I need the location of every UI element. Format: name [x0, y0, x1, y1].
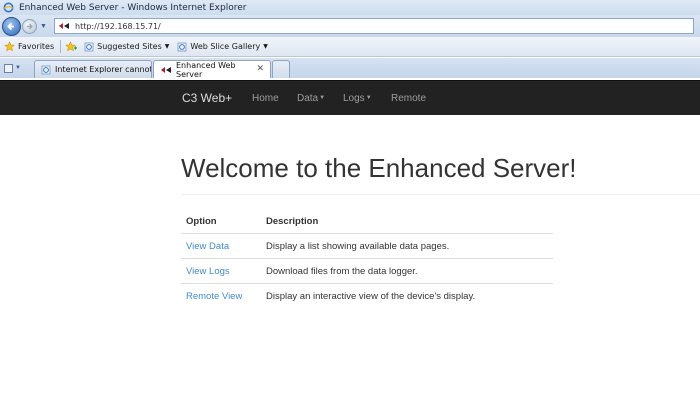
nav-item-data[interactable]: Data▼	[297, 93, 325, 104]
tab-ie-cannot-display[interactable]: Internet Explorer cannot di...	[34, 60, 152, 78]
view-data-link[interactable]: View Data	[186, 241, 229, 252]
chevron-down-icon: ▼	[164, 43, 170, 50]
navbar-brand[interactable]: C3 Web+	[182, 91, 232, 105]
navigation-toolbar: ▼ http://192.168.15.71/	[0, 15, 700, 37]
tab-label: Enhanced Web Server	[176, 60, 236, 79]
add-favorite-icon	[65, 41, 78, 52]
table-row: View Data Display a list showing availab…	[181, 234, 553, 259]
back-button[interactable]	[2, 16, 21, 36]
favorites-label: Favorites	[18, 42, 55, 51]
nav-item-label: Logs	[343, 93, 365, 104]
ie-page-icon	[84, 42, 94, 52]
url-text[interactable]: http://192.168.15.71/	[75, 22, 161, 31]
options-table: Option Description View Data Display a l…	[181, 210, 553, 309]
remote-view-link[interactable]: Remote View	[186, 291, 242, 302]
nav-item-remote[interactable]: Remote	[391, 93, 426, 104]
close-tab-icon[interactable]: ✕	[256, 64, 264, 74]
page-title: Welcome to the Enhanced Server!	[181, 153, 577, 183]
nav-item-label: Remote	[391, 93, 427, 104]
internet-explorer-icon	[3, 2, 14, 13]
ie-page-icon	[41, 65, 51, 75]
recent-pages-dropdown-icon[interactable]: ▼	[40, 23, 47, 30]
row-description: Display a list showing available data pa…	[266, 240, 450, 252]
nav-item-label: Home	[252, 93, 279, 104]
row-description: Display an interactive view of the devic…	[266, 291, 476, 302]
add-to-favorites-bar-button[interactable]	[65, 41, 80, 52]
arrow-left-icon	[7, 22, 14, 30]
address-bar[interactable]: http://192.168.15.71/	[54, 18, 694, 34]
view-logs-link[interactable]: View Logs	[186, 266, 230, 277]
table-row: View Logs Download files from the data l…	[181, 259, 553, 284]
nav-item-logs[interactable]: Logs▼	[343, 93, 372, 104]
suggested-sites-label: Suggested Sites	[97, 42, 162, 51]
new-tab-button[interactable]	[272, 60, 290, 78]
star-icon	[4, 41, 15, 52]
caret-down-icon: ▼	[365, 95, 372, 102]
quick-tabs-icon	[4, 63, 13, 73]
chevron-down-icon: ▼	[263, 43, 268, 50]
chevron-down-icon: ▼	[15, 65, 21, 71]
column-header-description: Description	[266, 216, 319, 227]
heading-divider	[181, 194, 700, 195]
arrow-right-icon	[27, 23, 33, 29]
window-title: Enhanced Web Server - Windows Internet E…	[19, 2, 247, 13]
ie-page-icon	[177, 42, 187, 52]
window-title-bar: Enhanced Web Server - Windows Internet E…	[0, 0, 700, 15]
column-header-option: Option	[186, 216, 217, 227]
tab-strip: ▼ Internet Explorer cannot di... Enhance…	[0, 58, 700, 79]
site-navbar: C3 Web+ Home Data▼ Logs▼ Remote	[0, 80, 700, 115]
nav-item-home[interactable]: Home	[252, 93, 279, 104]
suggested-sites-button[interactable]: Suggested Sites ▼	[84, 42, 169, 52]
site-favicon-icon	[160, 66, 172, 74]
table-header-row: Option Description	[181, 210, 553, 234]
favorites-button[interactable]: Favorites	[4, 41, 54, 52]
table-row: Remote View Display an interactive view …	[181, 284, 553, 309]
caret-down-icon: ▼	[319, 95, 326, 102]
row-description: Download files from the data logger.	[266, 265, 418, 277]
site-favicon-icon	[58, 22, 72, 30]
tab-enhanced-web-server[interactable]: Enhanced Web Server ✕	[153, 60, 271, 79]
quick-tabs-button[interactable]: ▼	[4, 60, 30, 76]
favorites-bar: Favorites Suggested Sites ▼ Web Slice Ga…	[0, 37, 700, 57]
nav-item-label: Data	[297, 93, 319, 104]
tab-label: Internet Explorer cannot di...	[55, 65, 152, 74]
web-slice-gallery-label: Web Slice Gallery	[190, 42, 261, 51]
web-slice-gallery-button[interactable]: Web Slice Gallery ▼	[177, 42, 268, 52]
toolbar-divider	[60, 40, 62, 53]
forward-button[interactable]	[22, 18, 37, 34]
